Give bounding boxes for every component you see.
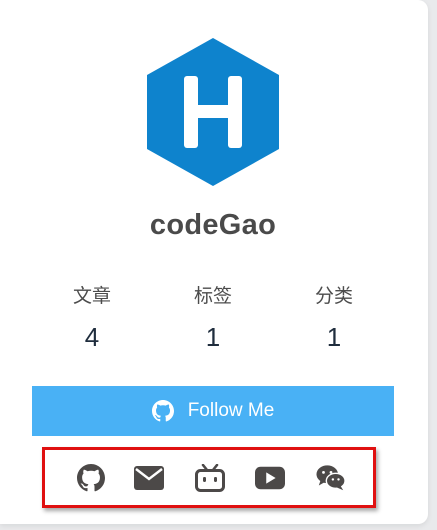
stat-value: 4 [84,322,100,352]
stat-categories[interactable]: 分类 1 [274,282,394,354]
youtube-icon[interactable] [255,463,285,493]
author-info-card: codeGao 文章 4 标签 1 分类 1 Follow Me [0,0,428,524]
github-icon [151,400,174,422]
social-links-highlight [42,447,376,508]
stat-label: 分类 [314,285,353,307]
stat-tags[interactable]: 标签 1 [153,282,273,354]
wechat-icon[interactable] [316,463,346,493]
github-icon[interactable] [76,463,106,493]
author-name: codeGao [149,209,277,241]
follow-me-button[interactable]: Follow Me [32,386,394,436]
stat-label: 文章 [72,285,111,307]
stat-label: 标签 [193,285,232,307]
stat-value: 1 [205,322,221,352]
site-stats: 文章 4 标签 1 分类 1 [0,282,426,356]
envelope-icon[interactable] [134,463,164,493]
hexo-logo-icon[interactable] [147,38,279,186]
stat-articles[interactable]: 文章 4 [32,282,152,354]
stat-value: 1 [326,322,342,352]
follow-me-label: Follow Me [187,400,275,421]
bilibili-icon[interactable] [195,463,225,493]
